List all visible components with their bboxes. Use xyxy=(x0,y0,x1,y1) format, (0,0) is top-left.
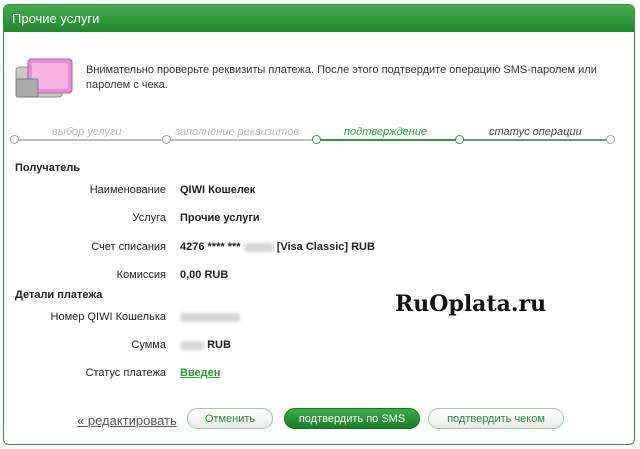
step-dot-3 xyxy=(312,135,321,144)
service-label: Услуга xyxy=(132,212,166,224)
sum-label: Сумма xyxy=(131,339,166,351)
cancel-button[interactable]: Отменить xyxy=(187,408,273,429)
step-dot-5 xyxy=(606,135,615,144)
wallet-icon xyxy=(15,58,73,98)
fee-label: Комиссия xyxy=(116,269,166,281)
name-label: Наименование xyxy=(89,184,166,196)
step-dot-4 xyxy=(455,135,464,144)
step-label-1: выбор услуги xyxy=(48,126,126,138)
watermark: RuOplata.ru xyxy=(395,291,547,317)
recipient-heading: Получатель xyxy=(15,162,81,174)
blurred-sum-amount xyxy=(180,340,204,350)
edit-link[interactable]: « редактировать xyxy=(77,413,177,428)
step-label-4: статус операции xyxy=(485,126,586,138)
step-dot-2 xyxy=(162,135,171,144)
account-number-prefix: 4276 **** *** xyxy=(180,241,241,253)
confirm-sms-button[interactable]: подтвердить по SMS xyxy=(284,408,420,429)
confirm-check-button[interactable]: подтвердить чеком xyxy=(428,408,564,429)
sum-currency: RUB xyxy=(207,339,231,351)
wallet-number-value xyxy=(180,311,240,323)
wallet-number-label: Номер QIWI Кошелька xyxy=(50,311,166,323)
status-label: Статус платежа xyxy=(85,367,166,379)
service-value: Прочие услуги xyxy=(180,212,260,224)
progress-line-active xyxy=(316,139,462,141)
fee-value: 0,00 RUB xyxy=(180,269,229,281)
intro-text: Внимательно проверьте реквизиты платежа.… xyxy=(86,64,597,91)
payment-confirmation-window: Прочие услуги Внимательно проверьте рекв… xyxy=(3,4,635,445)
details-heading: Детали платежа xyxy=(15,289,103,301)
account-label: Счет списания xyxy=(91,241,166,253)
progress-steps: выбор услуги заполнение реквизитов подтв… xyxy=(4,126,634,157)
progress-line-next xyxy=(462,139,612,141)
account-value: 4276 **** *** [Visa Classic] RUB xyxy=(180,241,375,253)
account-card-type: [Visa Classic] RUB xyxy=(276,241,375,253)
status-value-wrap: Введен xyxy=(180,367,220,379)
sum-value: RUB xyxy=(180,339,231,351)
blurred-account-digits xyxy=(243,242,274,252)
status-value-link[interactable]: Введен xyxy=(180,367,220,379)
name-value: QIWI Кошелек xyxy=(180,184,256,196)
step-label-2: заполнение реквизитов xyxy=(171,126,304,138)
window-title: Прочие услуги xyxy=(4,5,634,32)
step-dot-1 xyxy=(10,135,19,144)
step-label-3: подтверждение xyxy=(340,126,432,138)
blurred-wallet-number xyxy=(180,312,240,322)
